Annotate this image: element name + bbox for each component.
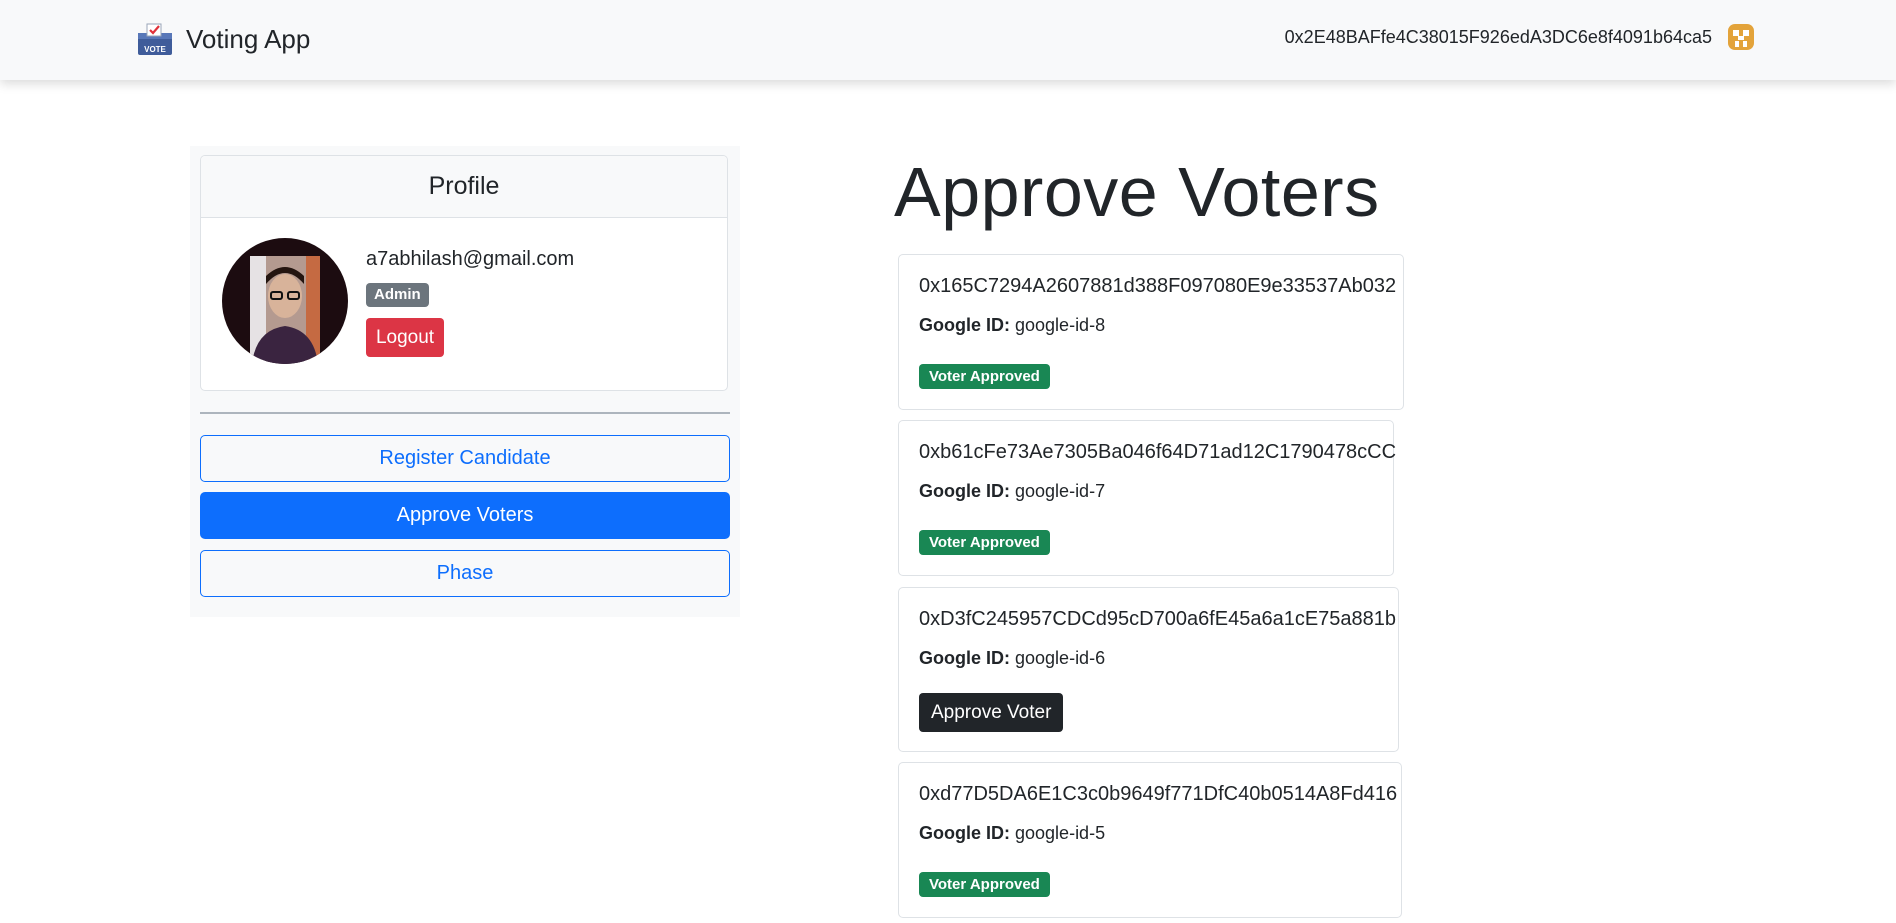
approve-voters-button[interactable]: Approve Voters: [200, 492, 730, 539]
profile-email: a7abhilash@gmail.com: [366, 248, 575, 270]
voter-address: 0xd77D5DA6E1C3c0b9649f771DfC40b0514A8Fd4…: [919, 783, 1398, 805]
google-id-label: Google ID:: [919, 648, 1010, 668]
google-id-value: google-id-6: [1015, 648, 1106, 668]
approve-voter-button[interactable]: Approve Voter: [919, 693, 1064, 732]
logout-button[interactable]: Logout: [366, 318, 444, 357]
brand[interactable]: VOTE Voting App: [136, 20, 310, 58]
voter-google-id: Google ID: google-id-6: [919, 648, 1105, 669]
profile-header: Profile: [201, 156, 727, 218]
google-id-label: Google ID:: [919, 315, 1010, 335]
profile-card: Profile a7abhilash@gmail.com Admin Logou…: [200, 155, 728, 391]
page-title: Approve Voters: [894, 153, 1380, 231]
voter-address: 0xb61cFe73Ae7305Ba046f64D71ad12C1790478c…: [919, 441, 1397, 463]
google-id-label: Google ID:: [919, 823, 1010, 843]
voter-google-id: Google ID: google-id-5: [919, 823, 1105, 844]
role-badge: Admin: [366, 283, 429, 307]
sidebar: Profile a7abhilash@gmail.com Admin Logou…: [190, 146, 740, 617]
voter-address: 0x165C7294A2607881d388F097080E9e33537Ab0…: [919, 275, 1397, 297]
register-candidate-button[interactable]: Register Candidate: [200, 435, 730, 482]
wallet-info: 0x2E48BAFfe4C38015F926edA3DC6e8f4091b64c…: [1285, 22, 1756, 52]
svg-text:VOTE: VOTE: [144, 45, 166, 54]
profile-photo: [222, 238, 348, 364]
wallet-address: 0x2E48BAFfe4C38015F926edA3DC6e8f4091b64c…: [1284, 26, 1712, 47]
voter-approved-badge: Voter Approved: [919, 872, 1050, 897]
voter-card: 0xD3fC245957CDCd95cD700a6fE45a6a1cE75a88…: [898, 587, 1399, 752]
google-id-value: google-id-8: [1015, 315, 1106, 335]
ballot-box-icon: VOTE: [138, 23, 172, 55]
identicon-icon[interactable]: [1726, 22, 1756, 52]
voter-address: 0xD3fC245957CDCd95cD700a6fE45a6a1cE75a88…: [919, 608, 1397, 630]
voter-card: 0xb61cFe73Ae7305Ba046f64D71ad12C1790478c…: [898, 420, 1397, 576]
google-id-value: google-id-7: [1015, 481, 1106, 501]
google-id-label: Google ID:: [919, 481, 1010, 501]
voter-card: 0xd77D5DA6E1C3c0b9649f771DfC40b0514A8Fd4…: [898, 762, 1402, 918]
brand-name: Voting App: [186, 23, 311, 54]
voter-approved-badge: Voter Approved: [919, 364, 1050, 389]
voter-google-id: Google ID: google-id-7: [919, 481, 1105, 502]
voter-google-id: Google ID: google-id-8: [919, 315, 1105, 336]
phase-button[interactable]: Phase: [200, 550, 730, 597]
navbar: VOTE Voting App 0x2E48BAFfe4C38015F926ed…: [0, 0, 1896, 80]
avatar: [222, 238, 348, 364]
voter-approved-badge: Voter Approved: [919, 530, 1050, 555]
voter-card: 0x165C7294A2607881d388F097080E9e33537Ab0…: [898, 254, 1404, 410]
google-id-value: google-id-5: [1015, 823, 1106, 843]
divider: [200, 412, 730, 414]
